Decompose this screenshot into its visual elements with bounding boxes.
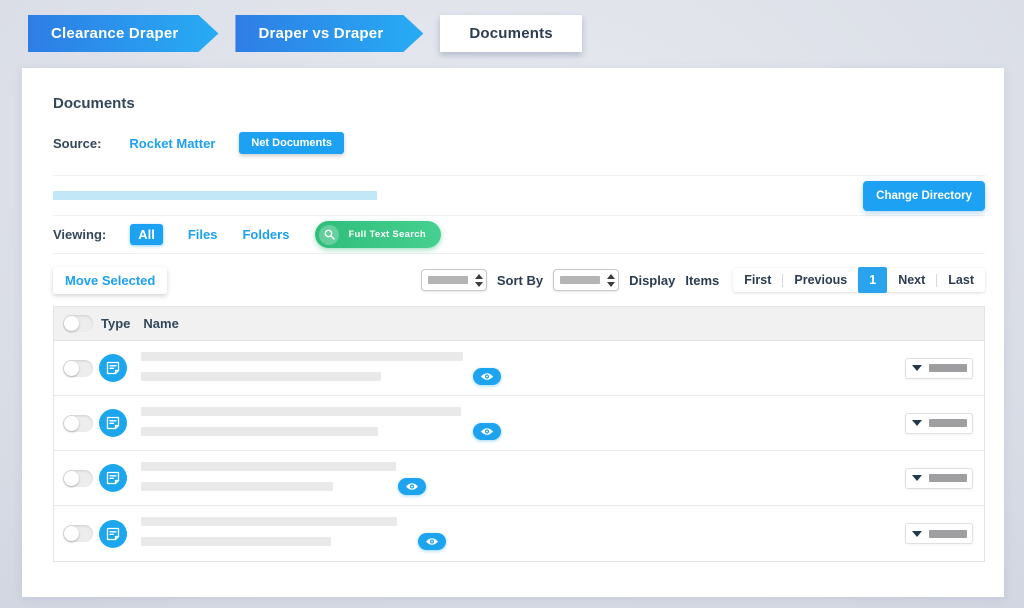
- documents-panel: Documents Source: Rocket Matter Net Docu…: [22, 68, 1004, 597]
- display-select[interactable]: [553, 269, 619, 291]
- filter-all-active[interactable]: All: [130, 224, 163, 245]
- toggle-knob-icon: [64, 416, 79, 431]
- documents-table: Type Name: [53, 306, 985, 562]
- row-select-toggle[interactable]: [63, 470, 93, 487]
- row-actions: [905, 358, 973, 379]
- breadcrumb-tab-documents-active[interactable]: Documents: [440, 15, 581, 52]
- column-header-name: Name: [143, 316, 178, 331]
- chevron-down-icon: [912, 475, 922, 481]
- select-all-toggle[interactable]: [63, 315, 93, 332]
- directory-path-placeholder: [53, 191, 377, 200]
- pagination-last[interactable]: Last: [937, 273, 985, 287]
- pagination-next[interactable]: Next: [887, 273, 936, 287]
- toggle-knob-icon: [64, 361, 79, 376]
- row-actions: [905, 468, 973, 489]
- list-controls-row: Move Selected Sort By Display Items Firs…: [22, 267, 1004, 293]
- viewing-label: Viewing:: [53, 227, 106, 242]
- dropdown-label-placeholder: [929, 419, 967, 427]
- chevron-down-icon: [912, 365, 922, 371]
- document-name-placeholder: [141, 462, 426, 495]
- source-option-rocket-matter[interactable]: Rocket Matter: [129, 136, 215, 151]
- row-actions: [905, 523, 973, 544]
- table-row: [54, 506, 984, 561]
- full-text-search-button[interactable]: Full Text Search: [315, 221, 440, 248]
- search-icon: [319, 225, 339, 245]
- document-type-icon: [99, 464, 127, 492]
- document-type-icon: [99, 520, 127, 548]
- source-label: Source:: [53, 136, 101, 151]
- document-type-icon: [99, 354, 127, 382]
- filter-files[interactable]: Files: [188, 227, 218, 242]
- row-actions-dropdown[interactable]: [905, 413, 973, 434]
- breadcrumb: Clearance Draper Draper vs Draper Docume…: [28, 15, 582, 52]
- table-header-row: Type Name: [54, 307, 984, 341]
- row-actions-dropdown[interactable]: [905, 468, 973, 489]
- row-actions: [905, 413, 973, 434]
- document-name-placeholder: [141, 517, 446, 550]
- source-option-net-documents-selected[interactable]: Net Documents: [239, 132, 344, 154]
- pagination-first[interactable]: First: [733, 273, 782, 287]
- row-select-toggle[interactable]: [63, 525, 93, 542]
- toggle-knob-icon: [64, 316, 79, 331]
- viewing-filter-row: Viewing: All Files Folders Full Text Sea…: [22, 216, 1004, 253]
- select-stepper-icon: [475, 274, 483, 287]
- row-select-toggle[interactable]: [63, 415, 93, 432]
- pagination-previous[interactable]: Previous: [783, 273, 858, 287]
- breadcrumb-tab-clearance-draper[interactable]: Clearance Draper: [28, 15, 218, 52]
- full-text-search-label: Full Text Search: [348, 229, 425, 240]
- display-select-placeholder: [560, 276, 600, 284]
- toggle-knob-icon: [64, 526, 79, 541]
- pagination: First Previous 1 Next Last: [733, 268, 985, 292]
- change-directory-button[interactable]: Change Directory: [863, 181, 985, 211]
- preview-eye-button[interactable]: [398, 478, 426, 495]
- document-name-placeholder: [141, 352, 501, 385]
- row-select-toggle[interactable]: [63, 360, 93, 377]
- dropdown-label-placeholder: [929, 530, 967, 538]
- table-row: [54, 451, 984, 506]
- source-row: Source: Rocket Matter Net Documents: [22, 132, 1004, 154]
- divider: [53, 253, 985, 254]
- items-label: Items: [685, 273, 719, 288]
- document-type-icon: [99, 409, 127, 437]
- sort-by-label: Sort By: [497, 273, 543, 288]
- page-title: Documents: [22, 68, 1004, 112]
- sort-by-select-placeholder: [428, 276, 468, 284]
- dropdown-label-placeholder: [929, 364, 967, 372]
- preview-eye-button[interactable]: [473, 423, 501, 440]
- display-label: Display: [629, 273, 675, 288]
- row-actions-dropdown[interactable]: [905, 358, 973, 379]
- toggle-knob-icon: [64, 471, 79, 486]
- sort-display-pagination-controls: Sort By Display Items First Previous 1 N…: [421, 268, 985, 292]
- chevron-down-icon: [912, 420, 922, 426]
- breadcrumb-tab-draper-vs-draper[interactable]: Draper vs Draper: [235, 15, 423, 52]
- table-row: [54, 396, 984, 451]
- chevron-down-icon: [912, 531, 922, 537]
- document-name-placeholder: [141, 407, 501, 440]
- select-stepper-icon: [607, 274, 615, 287]
- dropdown-label-placeholder: [929, 474, 967, 482]
- sort-by-select[interactable]: [421, 269, 487, 291]
- move-selected-button[interactable]: Move Selected: [53, 267, 167, 294]
- filter-folders[interactable]: Folders: [242, 227, 289, 242]
- pagination-current-page[interactable]: 1: [858, 267, 887, 293]
- preview-eye-button[interactable]: [473, 368, 501, 385]
- column-header-type: Type: [101, 316, 130, 331]
- preview-eye-button[interactable]: [418, 533, 446, 550]
- table-row: [54, 341, 984, 396]
- row-actions-dropdown[interactable]: [905, 523, 973, 544]
- directory-path-row: Change Directory: [22, 176, 1004, 215]
